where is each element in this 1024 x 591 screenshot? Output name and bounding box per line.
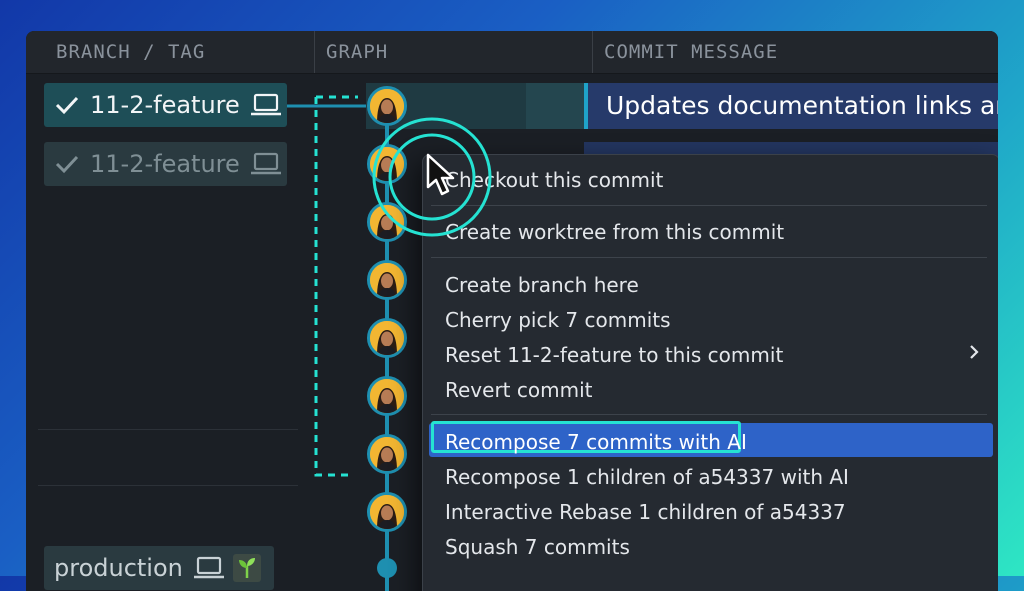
menu-separator	[431, 205, 987, 206]
person-icon	[370, 263, 404, 297]
selection-bracket	[314, 95, 358, 477]
person-icon	[370, 205, 404, 239]
git-client-window: BRANCH / TAG GRAPH COMMIT MESSAGE Update…	[26, 31, 998, 591]
person-icon	[370, 147, 404, 181]
author-avatar[interactable]	[367, 144, 407, 184]
menu-item-reset[interactable]: Reset 11-2-feature to this commit	[445, 343, 783, 367]
author-avatar[interactable]	[367, 376, 407, 416]
menu-item-create-branch[interactable]: Create branch here	[445, 273, 639, 297]
author-avatar[interactable]	[367, 434, 407, 474]
context-menu: Checkout this commit Create worktree fro…	[422, 154, 998, 591]
menu-item-interactive-rebase[interactable]: Interactive Rebase 1 children of a54337	[445, 500, 846, 524]
menu-item-recompose-ai[interactable]: Recompose 7 commits with AI	[445, 430, 747, 454]
author-avatar[interactable]	[367, 260, 407, 300]
menu-separator	[431, 414, 987, 415]
menu-item-squash[interactable]: Squash 7 commits	[445, 535, 630, 559]
menu-item-recompose-children[interactable]: Recompose 1 children of a54337 with AI	[445, 465, 849, 489]
menu-separator	[431, 257, 987, 258]
person-icon	[370, 495, 404, 529]
chevron-right-icon	[970, 345, 979, 359]
person-icon	[370, 321, 404, 355]
author-avatar[interactable]	[367, 318, 407, 358]
author-avatar[interactable]	[367, 202, 407, 242]
commit-dot[interactable]	[377, 558, 397, 578]
person-icon	[370, 379, 404, 413]
mouse-pointer-icon	[426, 153, 455, 196]
menu-item-create-worktree[interactable]: Create worktree from this commit	[445, 220, 784, 244]
author-avatar[interactable]	[367, 492, 407, 532]
author-avatar[interactable]	[367, 86, 407, 126]
menu-item-cherry-pick[interactable]: Cherry pick 7 commits	[445, 308, 671, 332]
person-icon	[370, 437, 404, 471]
menu-item-revert[interactable]: Revert commit	[445, 378, 592, 402]
person-icon	[370, 89, 404, 123]
menu-item-checkout[interactable]: Checkout this commit	[445, 168, 663, 192]
